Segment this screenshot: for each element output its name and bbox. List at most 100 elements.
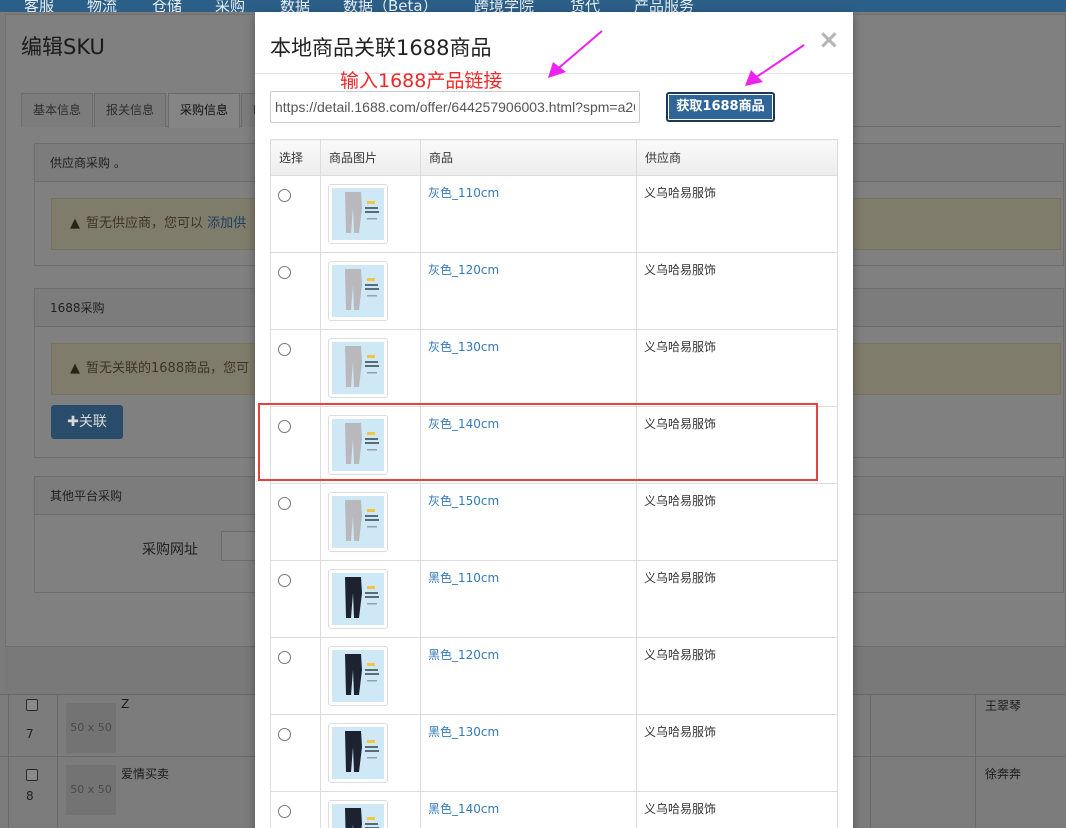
select-cell (270, 252, 321, 330)
select-radio[interactable] (278, 651, 291, 664)
supplier-cell: 义乌哈易服饰 (636, 714, 838, 792)
tab-basic-info[interactable]: 基本信息 (21, 93, 94, 127)
nav-item[interactable]: 采购 (215, 0, 245, 12)
supplier-name: 义乌哈易服饰 (644, 802, 717, 816)
select-radio[interactable] (278, 189, 291, 202)
column-divider (975, 694, 976, 828)
alert-text: 暂无供应商，您可以 (86, 216, 204, 231)
top-nav: 客服 物流 仓储 采购 数据 数据（Beta） 跨境学院 货代 产品服务 (0, 0, 1066, 12)
nav-item[interactable]: 产品服务 (634, 0, 694, 12)
fetch-1688-button[interactable]: 获取1688商品 (666, 92, 775, 122)
product-variant-link[interactable]: 灰色_110cm (428, 186, 499, 200)
dialog-title: 本地商品关联1688商品 (270, 36, 492, 60)
pants-image-icon (332, 804, 384, 828)
tab-purchase-info[interactable]: 采购信息 (168, 93, 241, 128)
supplier-name: 义乌哈易服饰 (644, 186, 717, 200)
product-thumbnail (328, 646, 388, 706)
row-number: 8 (26, 789, 34, 803)
pants-image-icon (332, 727, 384, 779)
nav-item[interactable]: 跨境学院 (474, 0, 534, 12)
product-row[interactable]: 灰色_150cm 义乌哈易服饰 (270, 483, 838, 561)
select-radio[interactable] (278, 574, 291, 587)
warning-icon: ▲ (70, 361, 80, 376)
select-radio[interactable] (278, 497, 291, 510)
nav-item[interactable]: 仓储 (152, 0, 182, 12)
product-variant-link[interactable]: 黑色_120cm (428, 648, 499, 662)
product-thumbnail (328, 800, 388, 828)
alert-text: 暂无关联的1688商品，您可 (86, 361, 250, 376)
product-name: Z (121, 697, 130, 711)
product-row[interactable]: 灰色_120cm 义乌哈易服饰 (270, 252, 838, 330)
row-number: 7 (26, 727, 34, 741)
image-cell (320, 714, 421, 792)
add-supplier-link[interactable]: 添加供 (207, 216, 246, 231)
product-row[interactable]: 灰色_130cm 义乌哈易服饰 (270, 329, 838, 407)
row-checkbox[interactable] (26, 699, 38, 711)
plus-icon: ✚ (67, 414, 79, 430)
select-radio[interactable] (278, 728, 291, 741)
pants-image-icon (332, 650, 384, 702)
nav-item[interactable]: 物流 (87, 0, 117, 12)
image-cell (320, 329, 421, 407)
associate-button[interactable]: ✚关联 (51, 405, 123, 439)
selection-highlight-box (258, 403, 818, 481)
nav-item[interactable]: 客服 (24, 0, 54, 12)
supplier-cell: 义乌哈易服饰 (636, 791, 838, 828)
select-cell (270, 637, 321, 715)
select-cell (270, 714, 321, 792)
product-variant-link[interactable]: 黑色_140cm (428, 802, 499, 816)
annotation-arrow-icon (745, 44, 805, 86)
tab-customs-info[interactable]: 报关信息 (94, 93, 167, 127)
product-row[interactable]: 灰色_110cm 义乌哈易服饰 (270, 175, 838, 253)
product-variant-link[interactable]: 灰色_130cm (428, 340, 499, 354)
product-cell: 黑色_130cm (420, 714, 637, 792)
close-icon[interactable]: × (818, 26, 840, 54)
supplier-cell: 义乌哈易服饰 (636, 560, 838, 638)
offer-url-input[interactable] (270, 91, 640, 123)
select-radio[interactable] (278, 805, 291, 818)
pants-image-icon (332, 342, 384, 394)
product-row[interactable]: 黑色_110cm 义乌哈易服饰 (270, 560, 838, 638)
product-cell: 黑色_110cm (420, 560, 637, 638)
product-thumbnail (328, 723, 388, 783)
thumbnail-placeholder: 50 x 50 (66, 765, 116, 815)
product-row[interactable]: 黑色_120cm 义乌哈易服饰 (270, 637, 838, 715)
product-variant-link[interactable]: 灰色_150cm (428, 494, 499, 508)
nav-item[interactable]: 数据 (280, 0, 310, 12)
row-checkbox[interactable] (26, 769, 38, 781)
product-thumbnail (328, 184, 388, 244)
product-variant-link[interactable]: 黑色_110cm (428, 571, 499, 585)
product-thumbnail (328, 569, 388, 629)
product-name: 爱情买卖 (121, 767, 170, 781)
column-divider (870, 694, 871, 828)
product-thumbnail (328, 492, 388, 552)
associate-label: 关联 (78, 414, 107, 430)
column-divider (8, 694, 9, 828)
column-header-supplier: 供应商 (636, 139, 838, 176)
table-header-row: 选择 商品图片 商品 供应商 (270, 139, 838, 176)
product-table: 选择 商品图片 商品 供应商 灰色_110cm 义乌哈易服饰 灰色_120cm 义乌哈… (270, 139, 838, 828)
nav-item[interactable]: 货代 (570, 0, 600, 12)
supplier-cell: 义乌哈易服饰 (636, 637, 838, 715)
product-cell: 灰色_130cm (420, 329, 637, 407)
supplier-name: 义乌哈易服饰 (644, 571, 717, 585)
thumbnail-placeholder: 50 x 50 (66, 703, 116, 753)
product-variant-link[interactable]: 灰色_120cm (428, 263, 499, 277)
product-row[interactable]: 黑色_140cm 义乌哈易服饰 (270, 791, 838, 828)
select-radio[interactable] (278, 343, 291, 356)
supplier-name: 义乌哈易服饰 (644, 648, 717, 662)
supplier-cell: 义乌哈易服饰 (636, 329, 838, 407)
product-row[interactable]: 黑色_130cm 义乌哈易服饰 (270, 714, 838, 792)
product-variant-link[interactable]: 黑色_130cm (428, 725, 499, 739)
pants-image-icon (332, 188, 384, 240)
product-cell: 黑色_120cm (420, 637, 637, 715)
nav-item[interactable]: 数据（Beta） (343, 0, 438, 12)
image-cell (320, 252, 421, 330)
image-cell (320, 637, 421, 715)
annotation-enter-link: 输入1688产品链接 (340, 70, 503, 92)
supplier-name: 义乌哈易服饰 (644, 725, 717, 739)
column-header-select: 选择 (270, 139, 321, 176)
product-cell: 黑色_140cm (420, 791, 637, 828)
select-radio[interactable] (278, 266, 291, 279)
column-header-image: 商品图片 (320, 139, 421, 176)
